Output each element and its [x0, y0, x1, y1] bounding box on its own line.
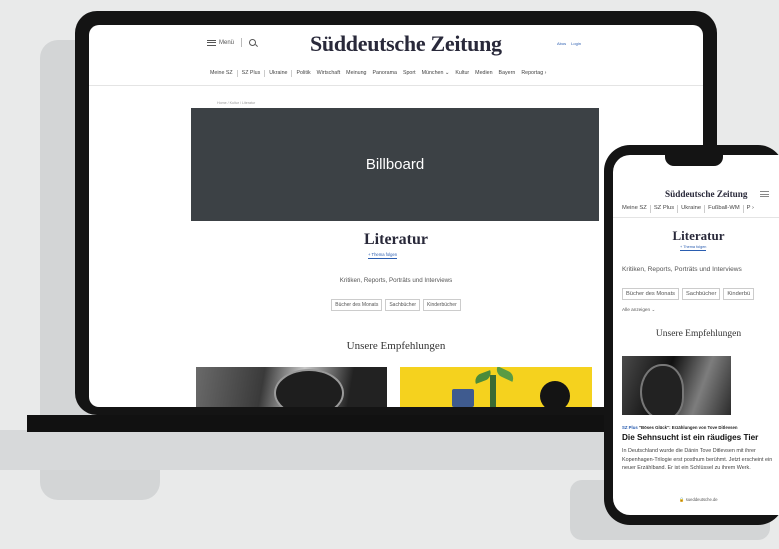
divider [236, 70, 238, 77]
chip-buecher-des-monats[interactable]: Bücher des Monats [622, 288, 680, 300]
chip-buecher-des-monats[interactable]: Bücher des Monats [331, 299, 383, 311]
breadcrumb[interactable]: Home / Kultur / Literatur [217, 101, 255, 105]
portrait-shape [640, 364, 684, 415]
phone-frame: Süddeutsche Zeitung Meine SZ SZ Plus Ukr… [604, 145, 779, 525]
search-icon[interactable] [249, 39, 257, 46]
nav-item-muenchen[interactable]: München ⌄ [419, 70, 453, 77]
show-all-toggle[interactable]: Alle anzeigen ⌄ [622, 307, 655, 313]
article-headline[interactable]: Die Sehnsucht ist ein räudiges Tier [622, 433, 758, 442]
divider [291, 70, 293, 77]
phone-notch [665, 155, 723, 166]
article-image-portrait[interactable] [196, 367, 387, 407]
article-image-illustration[interactable] [400, 367, 592, 407]
illustration-cup [452, 389, 474, 407]
hamburger-icon[interactable] [760, 191, 769, 197]
sz-plus-badge: SZ Plus [622, 425, 638, 430]
page-subtitle: Kritiken, Reports, Porträts und Intervie… [622, 266, 742, 273]
nav-item-meine-sz[interactable]: Meine SZ [207, 70, 236, 77]
menu-label: Menü [219, 39, 235, 46]
billboard-label: Billboard [365, 156, 425, 173]
main-nav: Meine SZ SZ Plus Ukraine Politik Wirtsch… [207, 70, 549, 77]
nav-item-wirtschaft[interactable]: Wirtschaft [314, 70, 344, 77]
menu-button[interactable]: Menü [207, 38, 257, 47]
nav-item-ukraine[interactable]: Ukraine [266, 70, 290, 77]
nav-item-meine-sz[interactable]: Meine SZ [619, 205, 650, 213]
main-nav: Meine SZ SZ Plus Ukraine Fußball-WM P › [619, 205, 757, 213]
login-link[interactable]: Login [571, 41, 581, 46]
account-links: Abos Login [557, 41, 581, 46]
illustration-leaf [494, 367, 516, 382]
article-teaser: In Deutschland wurde die Dänin Tove Ditl… [622, 448, 773, 472]
topic-chips: Bücher des Monats Sachbücher Kinderbü [622, 288, 755, 300]
nav-item-politik[interactable]: Politik [293, 70, 313, 77]
illustration-plant [490, 375, 496, 407]
phone-screen: Süddeutsche Zeitung Meine SZ SZ Plus Ukr… [613, 155, 779, 515]
nav-item-kultur[interactable]: Kultur [452, 70, 472, 77]
billboard-ad[interactable]: Billboard [191, 108, 599, 221]
recommendations-heading: Unsere Empfehlungen [655, 329, 742, 339]
chip-sachbuecher[interactable]: Sachbücher [385, 299, 421, 311]
nav-item-more[interactable]: P › [744, 205, 757, 213]
divider [241, 38, 243, 47]
nav-item-panorama[interactable]: Panorama [370, 70, 400, 77]
chip-kinderbuecher[interactable]: Kinderbü [723, 288, 755, 300]
url-bar[interactable]: 🔒 sueddeutsche.de [622, 497, 775, 503]
nav-item-ukraine[interactable]: Ukraine [678, 205, 704, 213]
nav-item-sz-plus[interactable]: SZ Plus [651, 205, 677, 213]
page-title: Literatur [672, 228, 725, 243]
article-kicker[interactable]: SZ Plus "Böses Glück": Erzählungen von T… [622, 425, 738, 430]
follow-topic-link[interactable]: + Thema folgen [368, 252, 398, 259]
follow-topic-link[interactable]: + Thema folgen [680, 245, 707, 251]
portrait-shape [274, 369, 344, 407]
nav-item-meinung[interactable]: Meinung [343, 70, 369, 77]
illustration-shape [540, 381, 570, 407]
nav-item-sz-plus[interactable]: SZ Plus [239, 70, 264, 77]
nav-divider [89, 85, 703, 86]
nav-item-sport[interactable]: Sport [400, 70, 419, 77]
nav-item-medien[interactable]: Medien [472, 70, 495, 77]
site-logo[interactable]: Süddeutsche Zeitung [665, 189, 747, 199]
chip-kinderbuecher[interactable]: Kinderbücher [423, 299, 461, 311]
site-header: Menü Süddeutsche Zeitung Abos Login [89, 25, 703, 61]
abos-link[interactable]: Abos [557, 41, 566, 46]
divider [264, 70, 266, 77]
chip-sachbuecher[interactable]: Sachbücher [682, 288, 721, 300]
nav-item-bayern[interactable]: Bayern [496, 70, 519, 77]
hamburger-icon [207, 39, 216, 46]
nav-divider [613, 217, 779, 218]
article-image-portrait[interactable] [622, 356, 731, 415]
kicker-text: "Böses Glück": Erzählungen von Tove Ditl… [638, 425, 738, 430]
nav-item-fussball-wm[interactable]: Fußball-WM [705, 205, 743, 213]
site-logo[interactable]: Süddeutsche Zeitung [310, 31, 502, 57]
nav-item-reportage[interactable]: Reportag › [518, 70, 549, 77]
floor-shadow [0, 430, 640, 470]
